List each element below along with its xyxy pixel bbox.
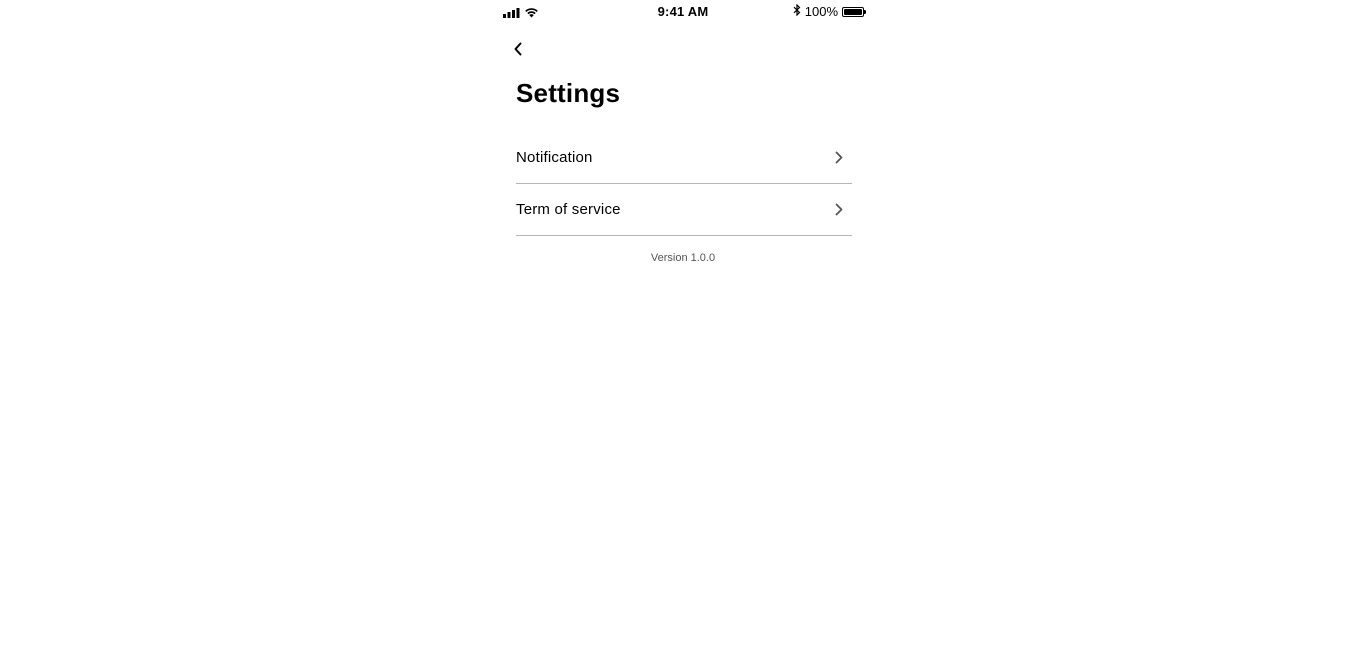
battery-fill (844, 8, 862, 15)
page-title: Settings (516, 78, 621, 108)
settings-item-label: Term of service (516, 201, 621, 218)
chevron-left-icon (513, 42, 523, 61)
bluetooth-icon (793, 3, 801, 19)
settings-item-label: Notification (516, 149, 593, 166)
settings-list: Notification Term of service (516, 132, 852, 236)
settings-item-term-of-service[interactable]: Term of service (516, 184, 852, 236)
phone-screen: 9:41 AM 100% Settings Notification Term … (497, 0, 869, 663)
status-bar: 9:41 AM 100% (497, 0, 869, 24)
chevron-right-icon (832, 203, 846, 217)
settings-item-notification[interactable]: Notification (516, 132, 852, 184)
battery-icon (842, 6, 866, 17)
status-bar-right: 100% (793, 3, 866, 19)
back-button[interactable] (507, 40, 529, 62)
chevron-right-icon (832, 151, 846, 165)
app-version: Version 1.0.0 (650, 252, 716, 264)
battery-percentage: 100% (804, 4, 838, 19)
